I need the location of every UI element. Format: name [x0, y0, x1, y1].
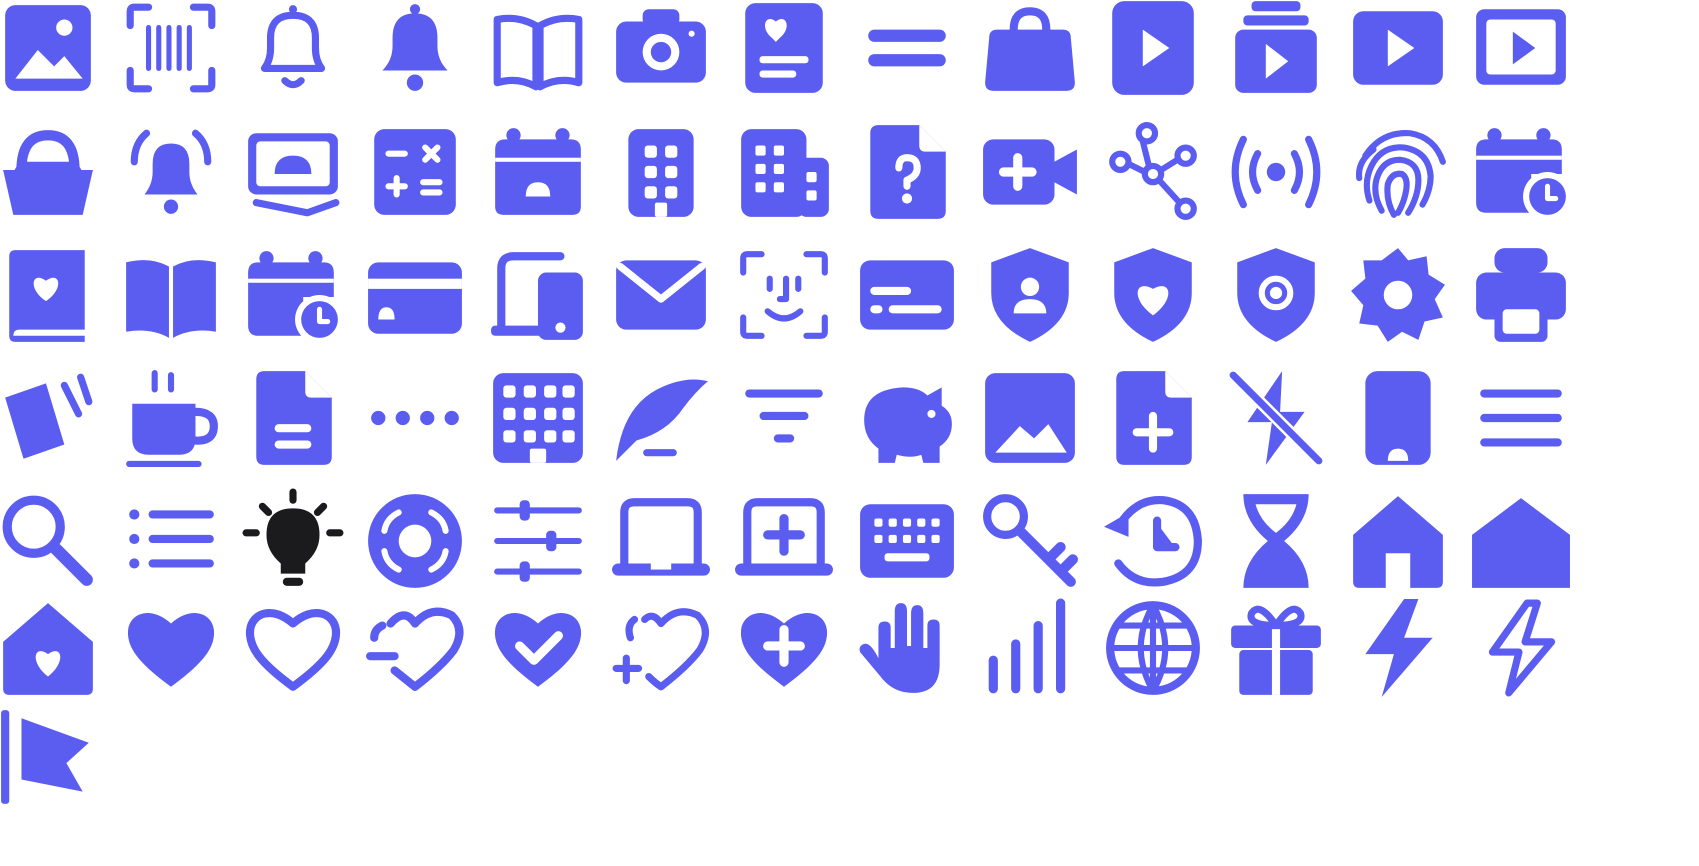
file-text-icon: [233, 358, 353, 478]
heart-minus-icon: [355, 588, 475, 708]
equals-icon: [847, 0, 967, 108]
fingerprint-icon: [1338, 112, 1458, 232]
globe-icon: [1093, 588, 1213, 708]
book-heart-icon: [0, 235, 108, 355]
bag-icon: [970, 0, 1090, 108]
flash-off-icon: [1216, 358, 1336, 478]
heart-plus-icon: [724, 588, 844, 708]
gift-icon: [1216, 588, 1336, 708]
search-icon: [0, 481, 108, 601]
menu-icon: [1461, 358, 1581, 478]
id-card-heart-icon: [724, 0, 844, 108]
home-wide-icon: [1461, 481, 1581, 601]
keyboard-icon: [847, 481, 967, 601]
more-dots-icon: [355, 358, 475, 478]
mail-icon: [601, 235, 721, 355]
buildings-icon: [724, 112, 844, 232]
icon-grid: [0, 0, 1699, 866]
calculator-icon: [355, 112, 475, 232]
list-icon: [111, 481, 231, 601]
file-plus-icon: [1093, 358, 1213, 478]
coffee-cup-icon: [111, 358, 231, 478]
sliders-icon: [478, 481, 598, 601]
cards-icon: [0, 358, 108, 478]
heart-icon: [111, 588, 231, 708]
history-icon: [1093, 481, 1213, 601]
basket-icon: [0, 112, 108, 232]
filter-icon: [724, 358, 844, 478]
image-icon: [0, 0, 108, 108]
signal-bars-icon: [970, 588, 1090, 708]
heart-outline-icon: [233, 588, 353, 708]
video-play-icon: [1338, 0, 1458, 108]
id-card-icon: [847, 235, 967, 355]
barcode-scan-icon: [111, 0, 231, 108]
book-open-icon: [111, 235, 231, 355]
shield-gear-icon: [1216, 235, 1336, 355]
home-heart-icon: [0, 588, 108, 708]
lightbulb-icon: [233, 481, 353, 601]
hand-icon: [847, 588, 967, 708]
lightning-outline-icon: [1461, 588, 1581, 708]
building-wide-icon: [478, 358, 598, 478]
video-frame-play-icon: [1461, 0, 1581, 108]
shield-user-icon: [970, 235, 1090, 355]
face-scan-icon: [724, 235, 844, 355]
printer-icon: [1461, 235, 1581, 355]
bell-outline-icon: [233, 0, 353, 108]
calendar-clock-icon: [1461, 112, 1581, 232]
phone-play-icon: [1093, 0, 1213, 108]
devices-icon: [478, 235, 598, 355]
laptop-icon: [601, 481, 721, 601]
stacked-play-icon: [1216, 0, 1336, 108]
shield-heart-icon: [1093, 235, 1213, 355]
building-icon: [601, 112, 721, 232]
heart-check-icon: [478, 588, 598, 708]
hourglass-icon: [1216, 481, 1336, 601]
laptop-plus-icon: [724, 481, 844, 601]
piggy-bank-icon: [847, 358, 967, 478]
heart-add-outline-icon: [601, 588, 721, 708]
home-icon: [1338, 481, 1458, 601]
camera-icon: [601, 0, 721, 108]
calendar-clock-icon: [233, 235, 353, 355]
video-add-icon: [970, 112, 1090, 232]
calendar-icon: [478, 112, 598, 232]
broadcast-icon: [1216, 112, 1336, 232]
file-question-icon: [847, 112, 967, 232]
bell-icon: [355, 0, 475, 108]
gear-icon: [1338, 235, 1458, 355]
image-square-icon: [970, 358, 1090, 478]
flag-icon: [0, 697, 108, 817]
book-open-outline-icon: [478, 0, 598, 108]
banknote-icon: [233, 112, 353, 232]
lightning-icon: [1338, 588, 1458, 708]
key-icon: [970, 481, 1090, 601]
lifebuoy-icon: [355, 481, 475, 601]
bell-ringing-icon: [111, 112, 231, 232]
feather-sign-icon: [601, 358, 721, 478]
credit-card-icon: [355, 235, 475, 355]
phone-icon: [1338, 358, 1458, 478]
share-nodes-icon: [1093, 112, 1213, 232]
